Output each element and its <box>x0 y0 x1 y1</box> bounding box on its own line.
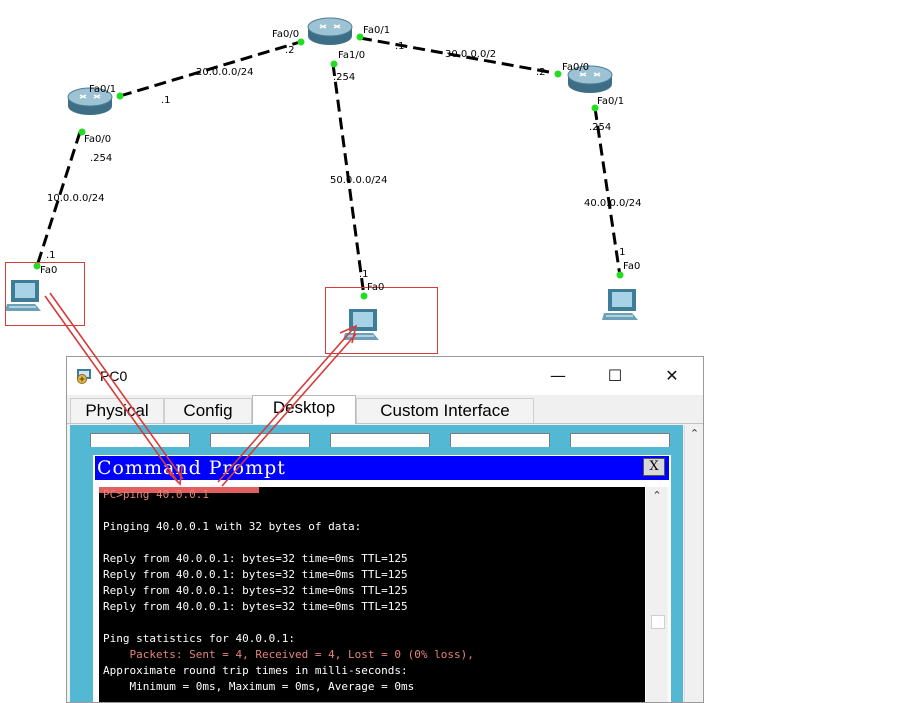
terminal-line: Minimum = 0ms, Maximum = 0ms, Average = … <box>103 680 415 693</box>
terminal-line: Ping statistics for 40.0.0.1: <box>103 632 296 645</box>
maximize-button[interactable]: ☐ <box>593 362 637 390</box>
terminal-line: Reply from 40.0.0.1: bytes=32 time=0ms T… <box>103 568 408 581</box>
interface-label: Fa0/1 <box>597 96 625 107</box>
terminal-line: Reply from 40.0.0.1: bytes=32 time=0ms T… <box>103 552 408 565</box>
center-router-icon[interactable] <box>306 16 354 48</box>
scroll-up-icon[interactable]: ⌃ <box>685 427 703 441</box>
ip-suffix-label: .1 <box>46 250 56 261</box>
tab-physical[interactable]: Physical <box>70 398 164 423</box>
command-prompt-close-button[interactable]: X <box>643 458 665 476</box>
interface-label: Fa0/0 <box>562 62 590 73</box>
scroll-thumb[interactable] <box>651 615 665 629</box>
desktop-app-icon[interactable] <box>570 433 670 447</box>
pc1-selection-box <box>325 287 438 354</box>
ip-suffix-label: .2 <box>536 67 546 78</box>
window-title-bar[interactable]: PC0 — ☐ ✕ <box>67 357 703 395</box>
port-dot <box>116 92 124 100</box>
tab-config[interactable]: Config <box>164 398 252 423</box>
terminal-output[interactable]: PC>ping 40.0.0.1 Pinging 40.0.0.1 with 32… <box>99 487 645 702</box>
interface-label: Fa0/0 <box>272 29 300 40</box>
window-title: PC0 <box>100 368 128 384</box>
terminal-line: Packets: Sent = 4, Received = 4, Lost = … <box>103 648 474 661</box>
interface-label: Fa0 <box>623 261 641 272</box>
command-prompt-title: Command Prompt <box>97 457 286 479</box>
scroll-up-icon[interactable]: ⌃ <box>646 489 668 503</box>
network-label: 30.0.0.0/2 <box>445 49 497 60</box>
port-dot <box>554 70 562 78</box>
network-label: 50.0.0.0/24 <box>330 175 388 186</box>
port-dot <box>330 60 338 68</box>
terminal-line: Reply from 40.0.0.1: bytes=32 time=0ms T… <box>103 584 408 597</box>
terminal-line: PC>ping 40.0.0.1 <box>103 488 209 501</box>
desktop-app-icon[interactable] <box>210 433 310 447</box>
desktop-scrollbar[interactable]: ⌃ <box>684 425 703 702</box>
interface-label: Fa0/1 <box>89 84 117 95</box>
pc0-window: PC0 — ☐ ✕ Physical Config Desktop Custom… <box>66 356 704 703</box>
interface-label: Fa0/0 <box>84 134 112 145</box>
ip-suffix-label: .1 <box>359 269 369 280</box>
ip-suffix-label: .254 <box>333 72 356 83</box>
network-label: 40.0.0.0/24 <box>584 198 642 209</box>
interface-label: Fa0/1 <box>363 25 391 36</box>
pc2-icon[interactable] <box>602 287 642 323</box>
ip-suffix-label: .2 <box>285 45 295 56</box>
desktop-app-icon[interactable] <box>330 433 430 447</box>
close-button[interactable]: ✕ <box>650 362 694 390</box>
tab-custom-interface[interactable]: Custom Interface <box>356 398 534 423</box>
window-tabs: Physical Config Desktop Custom Interface <box>67 395 703 424</box>
interface-label: Fa0 <box>367 282 385 293</box>
terminal-line: Approximate round trip times in milli-se… <box>103 664 408 677</box>
desktop-app-icon[interactable] <box>90 433 190 447</box>
ip-suffix-label: .1 <box>395 41 405 52</box>
minimize-button[interactable]: — <box>536 362 580 390</box>
ip-suffix-label: .1 <box>616 247 626 258</box>
interface-label: Fa0 <box>40 265 58 276</box>
command-prompt-title-bar[interactable]: Command Prompt X <box>95 456 669 480</box>
tab-desktop[interactable]: Desktop <box>252 395 356 424</box>
ip-suffix-label: .1 <box>161 95 171 106</box>
interface-label: Fa1/0 <box>338 50 366 61</box>
pc-app-icon <box>77 369 91 384</box>
desktop-app-icon[interactable] <box>450 433 550 447</box>
network-label: 20.0.0.0/24 <box>196 67 254 78</box>
ip-suffix-label: .254 <box>90 153 113 164</box>
network-label: 10.0.0.0/24 <box>47 193 105 204</box>
terminal-lines: PC>ping 40.0.0.1 Pinging 40.0.0.1 with 32… <box>103 487 474 695</box>
terminal-line: Pinging 40.0.0.1 with 32 bytes of data: <box>103 520 362 533</box>
terminal-scrollbar[interactable]: ⌃ <box>646 487 668 702</box>
terminal-line: Reply from 40.0.0.1: bytes=32 time=0ms T… <box>103 600 408 613</box>
ip-suffix-label: .254 <box>589 122 612 133</box>
command-prompt-window: Command Prompt X PC>ping 40.0.0.1 Pinging… <box>93 455 671 702</box>
